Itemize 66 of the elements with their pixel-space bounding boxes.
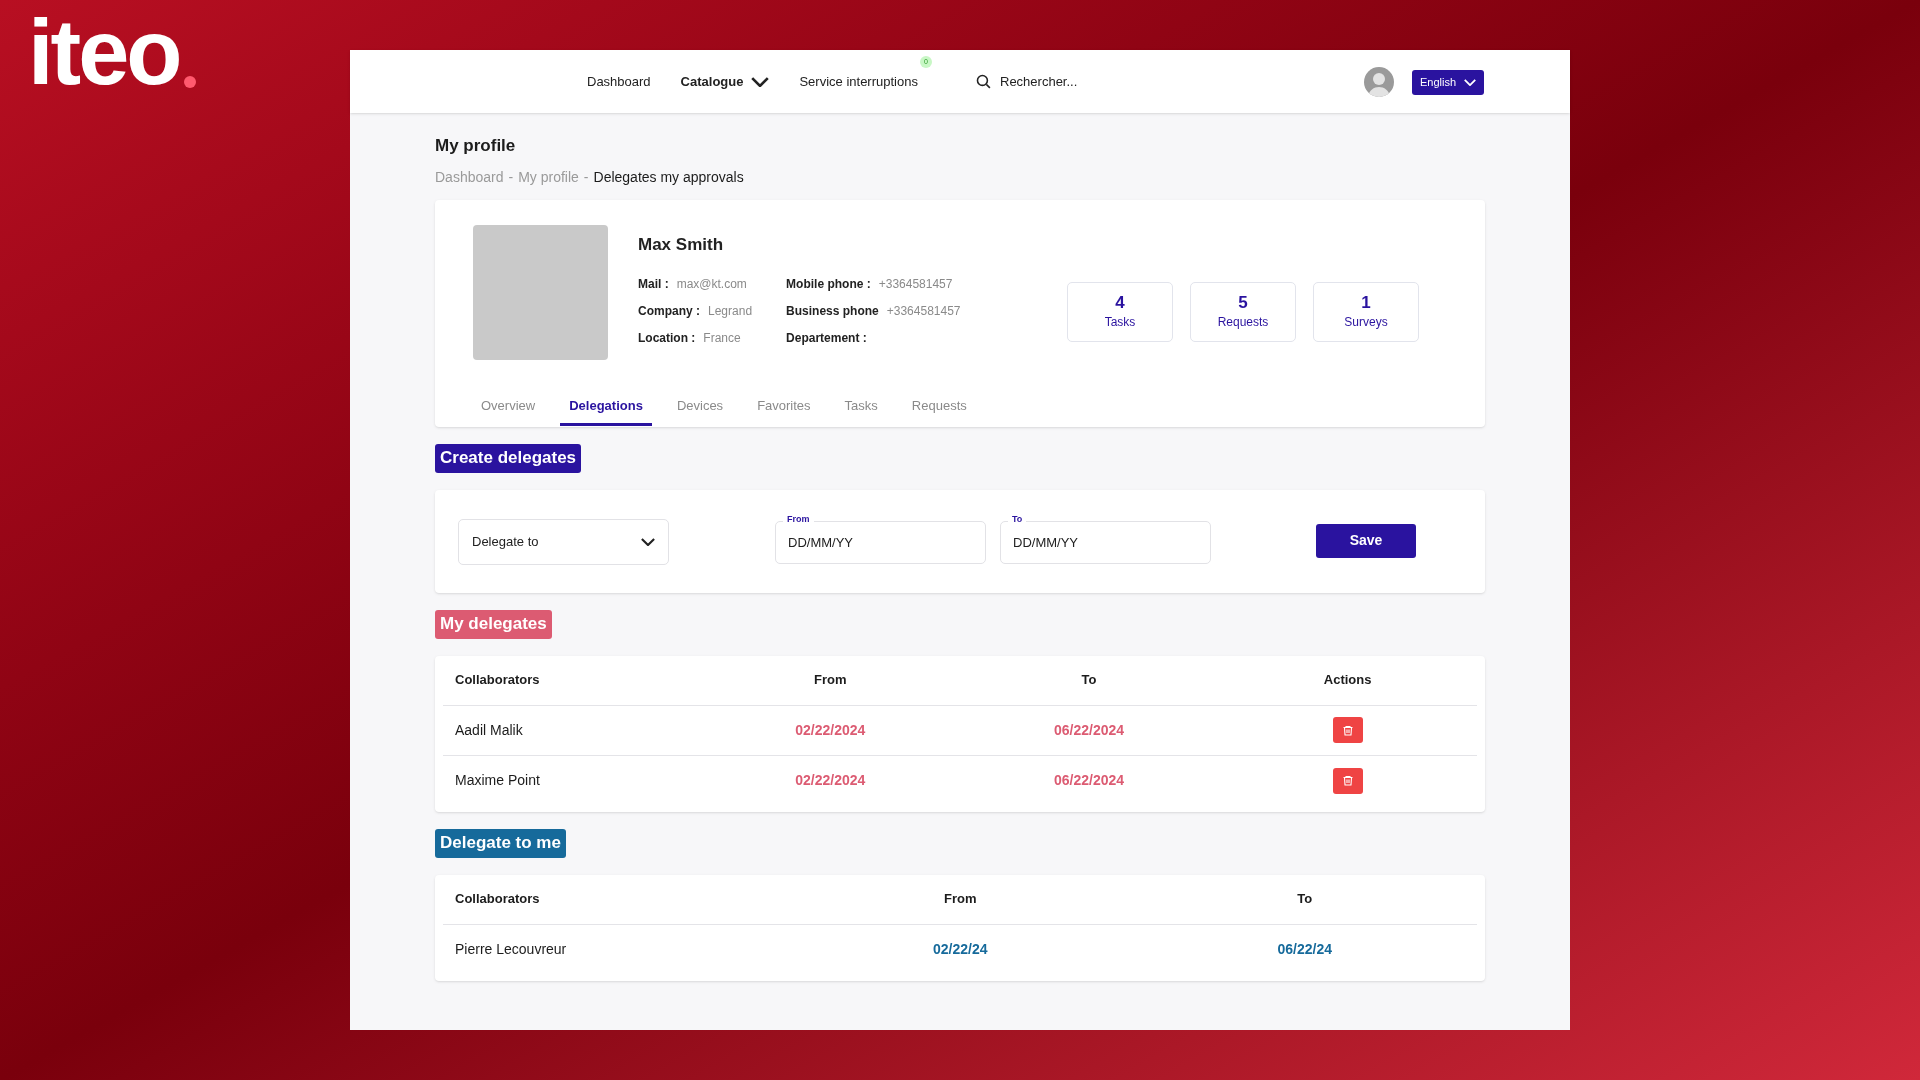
search-field[interactable]: Rechercher... <box>1000 71 1130 92</box>
stat-card[interactable]: 5 Requests <box>1190 281 1296 342</box>
section-title: My delegates <box>435 609 552 639</box>
field-value: max@kt.com <box>676 276 747 293</box>
language-dropdown[interactable]: English <box>1412 70 1485 95</box>
chevron-down-icon <box>641 537 655 546</box>
nav-link[interactable]: Catalogue <box>680 71 770 92</box>
field-value: Legrand <box>708 303 753 320</box>
date-cell-text: 06/22/2024 <box>1053 771 1125 790</box>
delegate-select[interactable]: Delegate to <box>458 518 669 565</box>
field-label: Location : <box>638 330 696 347</box>
date-cell-text: 06/22/24 <box>1277 940 1332 959</box>
field-value: +3364581457 <box>886 303 961 320</box>
stat-label: Tasks <box>1104 314 1136 332</box>
stat-card[interactable]: 1 Surveys <box>1313 281 1419 342</box>
stat-label: Surveys <box>1344 314 1388 332</box>
column-header: Collaborators <box>454 671 540 690</box>
field-label: Company : <box>638 303 700 320</box>
profile-tab[interactable]: Overview <box>472 395 545 426</box>
search-icon <box>975 73 992 90</box>
chevron-down-icon <box>1464 79 1477 86</box>
stat-value: 1 <box>1361 291 1371 314</box>
stat-value: 5 <box>1238 291 1248 314</box>
chevron-down-icon <box>751 76 770 87</box>
field-value: +3364581457 <box>878 276 953 293</box>
column-header: From <box>814 671 847 690</box>
nav-link[interactable]: Dashboard <box>587 71 651 92</box>
date-cell-text: 02/22/2024 <box>795 771 866 790</box>
profile-tab[interactable]: Delegations <box>560 395 652 426</box>
date-cell-text: 02/22/2024 <box>795 720 866 740</box>
field-label: Departement : <box>786 330 867 347</box>
field-label: Business phone <box>786 303 879 320</box>
column-header: Collaborators <box>454 890 540 909</box>
stat-value: 4 <box>1115 291 1125 314</box>
logo-text: iteo <box>28 6 180 98</box>
section-title: Create delegates <box>435 443 582 473</box>
collaborator-name: Pierre Lecouvreur <box>454 940 568 959</box>
breadcrumb-separator: - <box>508 167 514 187</box>
field-label: Mail : <box>638 276 669 293</box>
profile-tab[interactable]: Favorites <box>748 395 820 426</box>
delete-button[interactable] <box>1332 767 1363 794</box>
stat-label: Requests <box>1217 314 1269 332</box>
stat-card[interactable]: 4 Tasks <box>1067 281 1173 342</box>
breadcrumb-separator: - <box>583 167 589 187</box>
date-cell-text: 06/22/2024 <box>1053 720 1125 740</box>
collaborator-name: Aadil Malik <box>454 720 524 740</box>
page-title: My profile <box>435 135 517 157</box>
date-cell-text: 02/22/24 <box>933 940 988 959</box>
collaborator-name: Maxime Point <box>454 771 541 790</box>
trash-icon <box>1341 723 1354 737</box>
field-value: France <box>703 330 741 347</box>
column-header: Actions <box>1323 671 1372 690</box>
profile-tab[interactable]: Requests <box>902 395 976 426</box>
column-header: From <box>944 890 977 909</box>
trash-icon <box>1341 774 1354 787</box>
section-title: Delegate to me <box>435 828 566 858</box>
column-header: To <box>1081 671 1097 690</box>
save-button[interactable]: Save <box>1316 523 1416 558</box>
user-avatar[interactable] <box>1364 67 1394 97</box>
delete-button[interactable] <box>1332 717 1363 743</box>
profile-tab[interactable]: Devices <box>667 395 733 426</box>
breadcrumb-link[interactable]: Delegates my approvals <box>593 166 744 188</box>
field-label: Mobile phone : <box>786 276 871 293</box>
profile-tab[interactable]: Tasks <box>835 395 887 426</box>
profile-name: Max Smith <box>638 233 724 256</box>
column-header: To <box>1297 890 1313 909</box>
